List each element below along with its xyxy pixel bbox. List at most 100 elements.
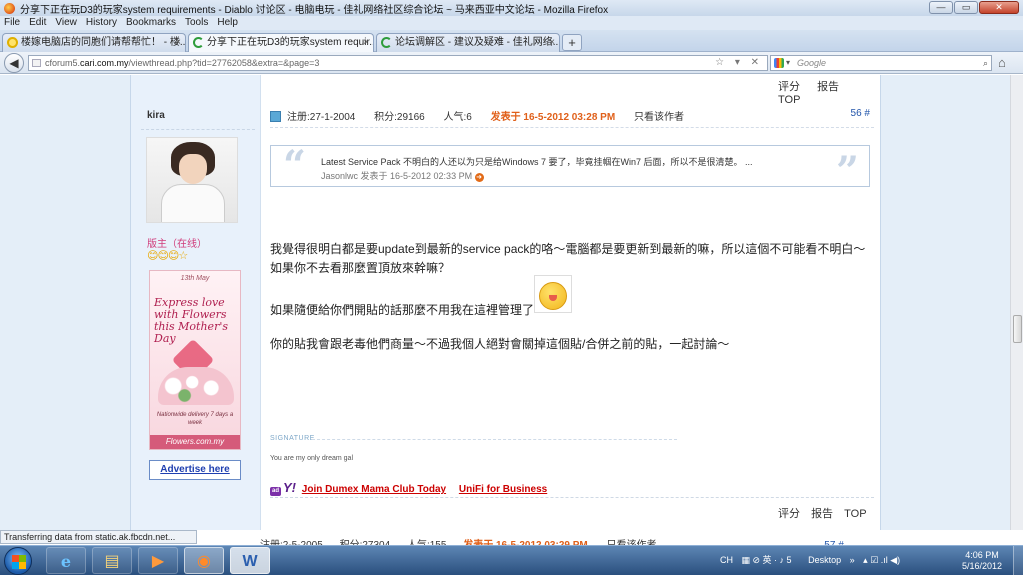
menu-edit[interactable]: Edit (29, 16, 46, 30)
close-window-button[interactable]: ✕ (979, 1, 1019, 14)
home-icon[interactable]: ⌂ (998, 55, 1006, 70)
quote-block: “ ” Latest Service Pack 不明白的人还以为只是给Windo… (270, 142, 870, 195)
report-link[interactable]: 报告 (811, 508, 833, 520)
registered-date: 注册:27-1-2004 (287, 112, 356, 123)
window-title-bar: 分享下正在玩D3的玩家system requirements - Diablo … (0, 0, 1023, 16)
new-tab-button[interactable]: + (562, 34, 582, 51)
clock-time: 4:06 PM (965, 550, 999, 560)
tab-close-icon[interactable]: × (175, 34, 181, 51)
show-desktop-button[interactable] (1013, 546, 1023, 575)
desktop-more-icon[interactable]: » (850, 555, 855, 565)
sponsored-links: ad Y! Join Dumex Mama Club Today UniFi fo… (270, 480, 557, 496)
menu-history[interactable]: History (86, 16, 117, 30)
tab-label: 楼嫁电脑店的同胞们请帮帮忙！ - 楼... (21, 37, 186, 48)
avatar-face (179, 154, 207, 184)
posted-time: 发表于 16-5-2012 03:28 PM (490, 112, 616, 123)
only-author-link[interactable]: 只看该作者 (634, 112, 684, 123)
menu-tools[interactable]: Tools (185, 16, 208, 30)
firefox-icon (4, 2, 15, 14)
site-identity-icon[interactable] (32, 59, 41, 67)
tab-close-icon[interactable]: × (363, 34, 369, 51)
avatar[interactable] (146, 137, 238, 223)
maximize-button[interactable]: ▭ (954, 1, 978, 14)
menu-bookmarks[interactable]: Bookmarks (126, 16, 176, 30)
navigation-toolbar: ◀ cforum5.cari.com.my/viewthread.php?tid… (0, 52, 1023, 74)
popularity: 人气:6 (443, 112, 472, 123)
menu-view[interactable]: View (55, 16, 77, 30)
unifi-link[interactable]: UniFi for Business (459, 484, 547, 495)
top-link[interactable]: TOP (778, 94, 800, 106)
menu-help[interactable]: Help (217, 16, 238, 30)
language-indicator[interactable]: CH (720, 555, 733, 565)
go-to-quote-icon[interactable]: ➜ (474, 173, 484, 182)
signature-text: You are my only dream gal (270, 455, 354, 462)
post-header: 注册:27-1-2004 积分:29166 人气:6 发表于 16-5-2012… (270, 108, 874, 124)
word-taskbar-icon[interactable]: W (230, 547, 270, 574)
ad-site: Flowers.com.my (150, 435, 240, 449)
back-button[interactable]: ◀ (4, 53, 24, 73)
minimize-button[interactable]: — (929, 1, 953, 14)
post-body-paragraph-1: 我覺得很明白都是要update到最新的service pack的咯～電腦都是要更… (270, 242, 866, 275)
tab-label: 论坛调解区 - 建议及疑难 - 佳礼网络... (395, 37, 560, 48)
tab-bar: 楼嫁电脑店的同胞们请帮帮忙！ - 楼... × 分享下正在玩D3的玩家syste… (0, 30, 1023, 53)
search-engine-dropdown-icon[interactable]: ▾ (786, 56, 790, 70)
author-username[interactable]: kira (147, 110, 165, 121)
status-bar: Transferring data from static.ak.fbcdn.n… (0, 530, 197, 544)
rank-stars: 😊😊😊☆ (147, 250, 188, 262)
start-button[interactable] (4, 547, 32, 575)
tab-computer-shop[interactable]: 楼嫁电脑店的同胞们请帮帮忙！ - 楼... × (2, 33, 186, 52)
url-bar-icons[interactable]: ☆ ▾ ✕ (715, 56, 763, 70)
tab-label: 分享下正在玩D3的玩家system requir... (207, 37, 374, 48)
explorer-icon[interactable]: ▤ (92, 547, 132, 574)
close-quote-icon: ” (835, 148, 859, 195)
flowers-advertisement[interactable]: 13th May Express love with Flowers this … (149, 270, 241, 450)
menu-file[interactable]: File (4, 16, 20, 30)
ad-badge-icon: ad (270, 487, 281, 496)
ad-delivery: Nationwide delivery 7 days a week (156, 412, 234, 426)
avatar-body (161, 184, 225, 222)
tab-close-icon[interactable]: × (549, 34, 555, 51)
vertical-scrollbar[interactable] (1010, 75, 1023, 530)
search-placeholder: Google (797, 58, 827, 68)
tab-forum-mediation[interactable]: 论坛调解区 - 建议及疑难 - 佳礼网络... × (376, 33, 560, 52)
windows-taskbar: e ▤ ▶ ◉ W CH ▦ ⊘ 英 · ♪ 5 Desktop » ▴ ☑ .… (0, 545, 1023, 575)
window-controls: — ▭ ✕ (929, 1, 1019, 14)
tray-status-icons[interactable]: ▴ ☑ .ıl ◀) (863, 555, 900, 565)
post-body-paragraph-2: 如果隨便給你們開貼的話那麼不用我在這裡管理了 (270, 303, 535, 317)
forum-post-container: kira 版主（在线） 😊😊😊☆ 13th May Express love w… (130, 75, 881, 530)
dumex-link[interactable]: Join Dumex Mama Club Today (302, 484, 446, 495)
menu-bar: File Edit View History Bookmarks Tools H… (0, 16, 1023, 30)
url-prefix: cforum5. (45, 58, 81, 68)
search-icon[interactable]: ⌕ (983, 56, 988, 70)
media-player-icon[interactable]: ▶ (138, 547, 178, 574)
desktop-toolbar-label[interactable]: Desktop (808, 555, 841, 565)
ime-tray-icons[interactable]: ▦ ⊘ 英 · ♪ 5 (742, 555, 792, 565)
divider (270, 497, 874, 498)
user-info-icon[interactable] (270, 111, 281, 122)
firefox-taskbar-icon[interactable]: ◉ (184, 547, 224, 574)
system-tray: CH ▦ ⊘ 英 · ♪ 5 Desktop » ▴ ☑ .ıl ◀) (720, 553, 906, 566)
quote-author-text: Jasonlwc 发表于 16-5-2012 02:33 PM (321, 171, 473, 181)
post-body-paragraph-3: 你的貼我會跟老毒他們商量～不過我個人絕對會關掉這個貼/合併之前的貼，一起討論～ (270, 337, 730, 351)
url-domain: cari.com.my (80, 58, 129, 68)
internet-explorer-icon[interactable]: e (46, 547, 86, 574)
author-sidebar: kira 版主（在线） 😊😊😊☆ 13th May Express love w… (131, 75, 261, 530)
tab-d3-system-requirements[interactable]: 分享下正在玩D3的玩家system requir... × (188, 33, 374, 53)
system-clock[interactable]: 4:06 PM 5/16/2012 (962, 550, 1002, 572)
quote-text: Latest Service Pack 不明白的人还以为只是给Windows 7… (321, 157, 753, 167)
report-link[interactable]: 报告 (817, 81, 839, 93)
url-bar[interactable]: cforum5.cari.com.my/viewthread.php?tid=2… (28, 55, 768, 71)
ad-headline: Express love with Flowers this Mother's … (154, 296, 228, 345)
advertise-here-link[interactable]: Advertise here (149, 460, 241, 480)
rate-link[interactable]: 评分 (778, 508, 800, 520)
url-path: /viewthread.php?tid=27762058&extra=&page… (128, 58, 320, 68)
scrollbar-thumb[interactable] (1013, 315, 1022, 343)
windows-logo-icon (12, 555, 26, 569)
floor-number[interactable]: 56 # (851, 108, 870, 119)
google-icon (774, 58, 784, 68)
rate-link[interactable]: 评分 (778, 81, 800, 93)
search-bar[interactable]: ▾ Google ⌕ (770, 55, 992, 71)
post-actions-bottom: 评分 报告 TOP (778, 505, 875, 521)
signature-label: SIGNATURE (270, 435, 315, 442)
top-link[interactable]: TOP (844, 508, 866, 520)
